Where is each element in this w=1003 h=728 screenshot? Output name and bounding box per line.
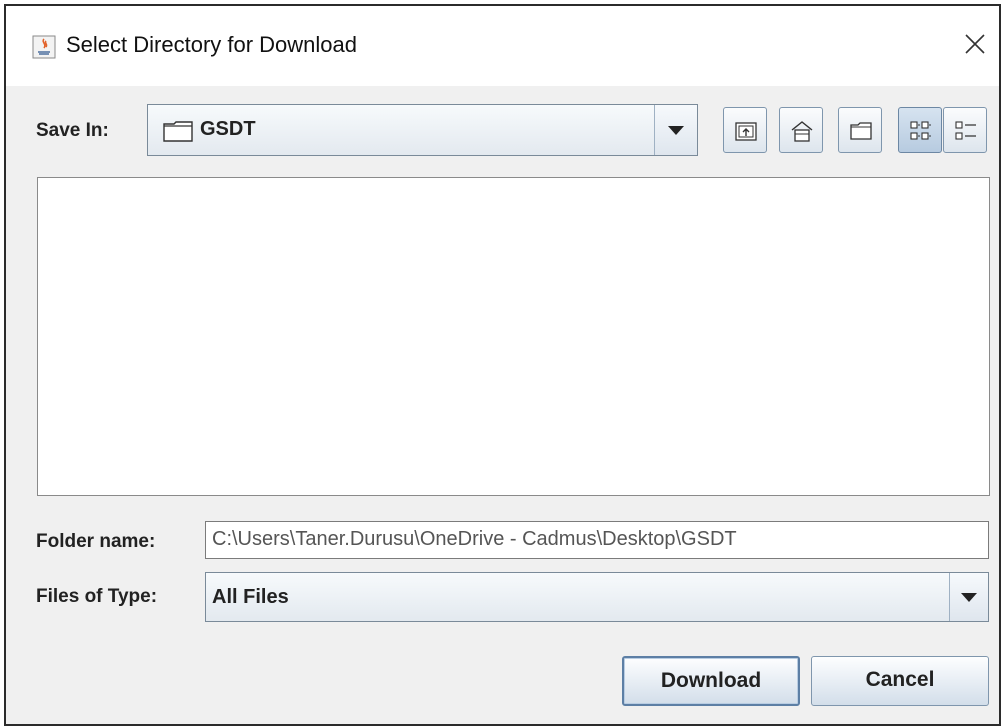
folder-name-label: Folder name: (36, 531, 156, 552)
close-button[interactable] (951, 20, 999, 68)
home-icon (791, 121, 813, 142)
details-view-toggle[interactable] (943, 107, 987, 153)
list-view-icon (910, 121, 931, 140)
cancel-button[interactable]: Cancel (811, 656, 989, 706)
chevron-down-icon (668, 126, 684, 135)
file-list[interactable] (37, 177, 990, 496)
files-of-type-combo[interactable]: All Files (205, 572, 989, 622)
files-of-type-label: Files of Type: (36, 586, 158, 607)
new-folder-icon (850, 122, 872, 140)
save-in-value: GSDT (200, 118, 256, 140)
chevron-down-icon (961, 593, 977, 602)
files-of-type-dropdown-arrow[interactable] (949, 573, 988, 621)
title-bar: Select Directory for Download (6, 6, 999, 86)
save-in-label: Save In: (36, 120, 109, 141)
file-chooser-dialog: Select Directory for Download Save In: G… (4, 4, 1001, 726)
download-button[interactable]: Download (622, 656, 800, 706)
folder-up-icon (735, 122, 757, 141)
home-button[interactable] (779, 107, 823, 153)
up-one-level-button[interactable] (723, 107, 767, 153)
new-folder-button[interactable] (838, 107, 882, 153)
close-icon (965, 34, 985, 54)
folder-name-input[interactable]: C:\Users\Taner.Durusu\OneDrive - Cadmus\… (205, 521, 989, 559)
files-of-type-value: All Files (212, 586, 289, 608)
save-in-dropdown-arrow[interactable] (654, 105, 697, 155)
details-view-icon (955, 121, 976, 140)
list-view-toggle[interactable] (898, 107, 942, 153)
save-in-combo[interactable]: GSDT (147, 104, 698, 156)
folder-icon (163, 121, 193, 142)
dialog-title: Select Directory for Download (66, 32, 358, 57)
java-app-icon (32, 35, 56, 59)
